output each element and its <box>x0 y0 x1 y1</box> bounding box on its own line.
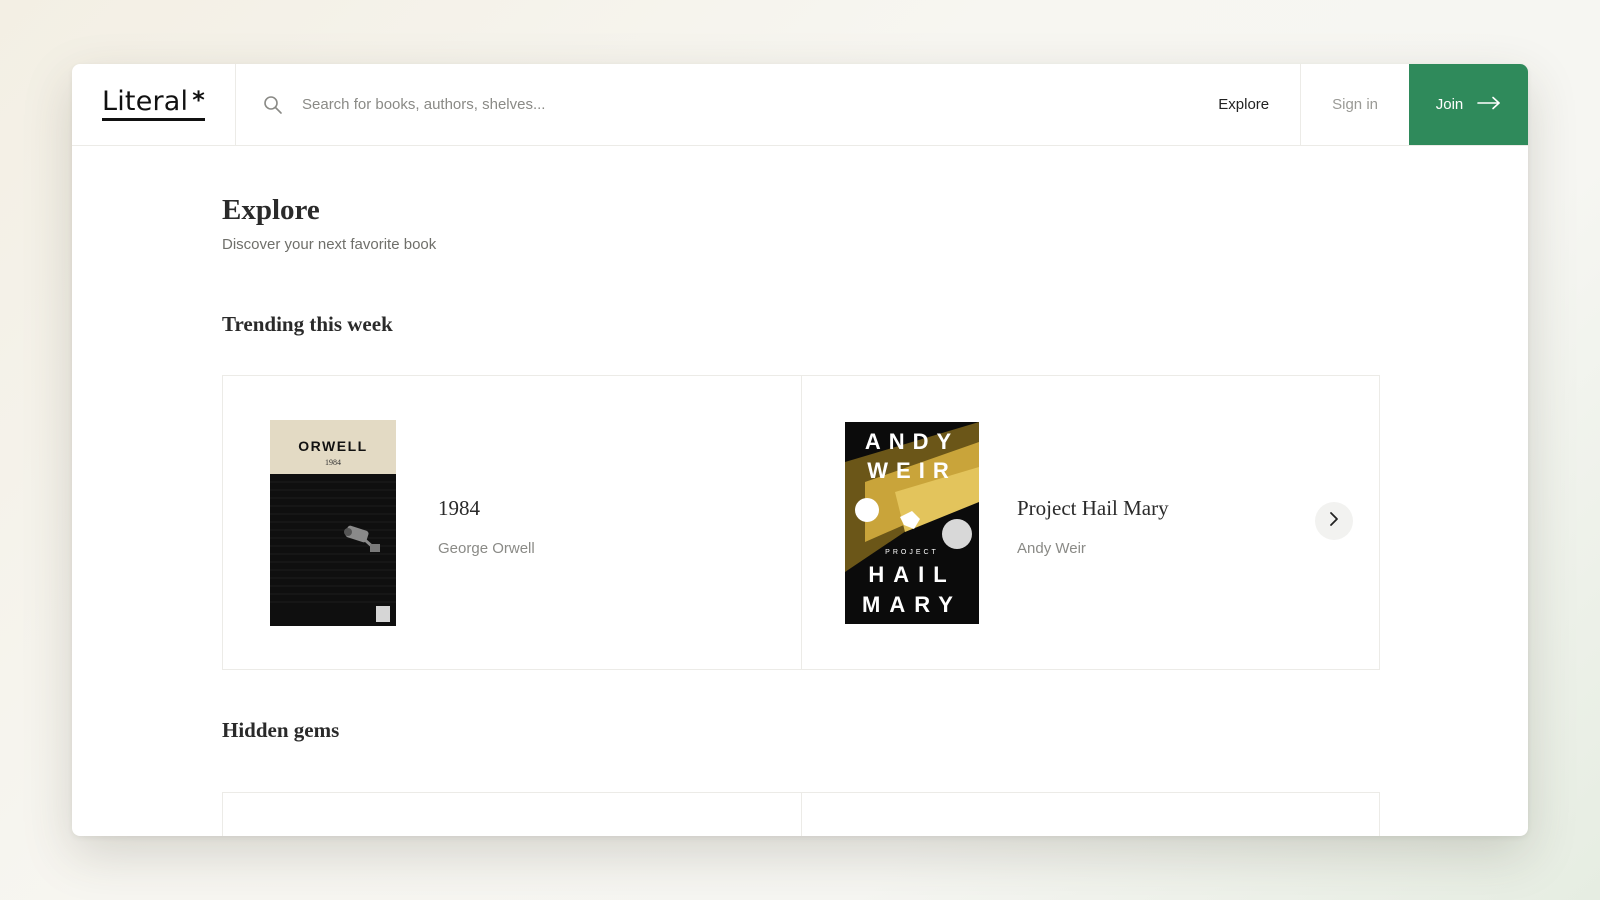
cover-author-first: ANDY <box>865 429 959 454</box>
literal-logo[interactable]: Literal * <box>101 85 206 122</box>
book-cover-project-hail-mary[interactable]: ANDY WEIR PROJECT HAIL MARY <box>845 422 979 624</box>
search-icon <box>262 94 284 116</box>
search-input[interactable] <box>302 96 902 113</box>
cover-subtitle: PROJECT <box>885 549 939 556</box>
book-title[interactable]: Project Hail Mary <box>1017 496 1169 521</box>
hidden-gems-carousel <box>222 792 1380 836</box>
app-window: Literal * Explore Sign in Join <box>72 64 1528 836</box>
cover-title-line2: MARY <box>862 592 962 617</box>
cover-title-line1: HAIL <box>868 562 955 587</box>
chevron-right-icon <box>1327 511 1341 532</box>
logo-text: Literal <box>101 85 189 117</box>
logo-cell[interactable]: Literal * <box>72 64 236 145</box>
logo-asterisk: * <box>192 85 206 114</box>
top-navigation: Literal * Explore Sign in Join <box>72 64 1528 146</box>
cover-author-last: WEIR <box>867 458 956 483</box>
arrow-right-icon <box>1477 96 1501 114</box>
section-title-hidden-gems: Hidden gems <box>222 718 340 742</box>
join-label: Join <box>1435 96 1464 113</box>
nav-signin-link[interactable]: Sign in <box>1301 64 1409 145</box>
nav-explore-link[interactable]: Explore <box>1187 64 1302 145</box>
book-card[interactable] <box>801 793 1379 836</box>
trending-carousel: ORWELL 1984 1984 George Orwell ANDY WEIR… <box>222 375 1380 670</box>
section-title-trending: Trending this week <box>222 312 393 336</box>
cover-author-text: ORWELL <box>298 438 367 454</box>
book-title[interactable]: 1984 <box>438 496 480 521</box>
book-author[interactable]: George Orwell <box>438 540 535 557</box>
page-subtitle: Discover your next favorite book <box>222 236 437 253</box>
book-card[interactable]: ANDY WEIR PROJECT HAIL MARY Project Hail… <box>801 376 1379 669</box>
book-author[interactable]: Andy Weir <box>1017 540 1086 557</box>
carousel-next-button[interactable] <box>1315 502 1353 540</box>
search-bar <box>236 64 1187 145</box>
book-card[interactable] <box>223 793 801 836</box>
book-card[interactable]: ORWELL 1984 1984 George Orwell <box>223 376 801 669</box>
page-title: Explore <box>222 194 320 226</box>
join-button[interactable]: Join <box>1409 64 1528 145</box>
cover-title-text: 1984 <box>325 458 341 467</box>
book-cover-1984[interactable]: ORWELL 1984 <box>270 420 396 626</box>
